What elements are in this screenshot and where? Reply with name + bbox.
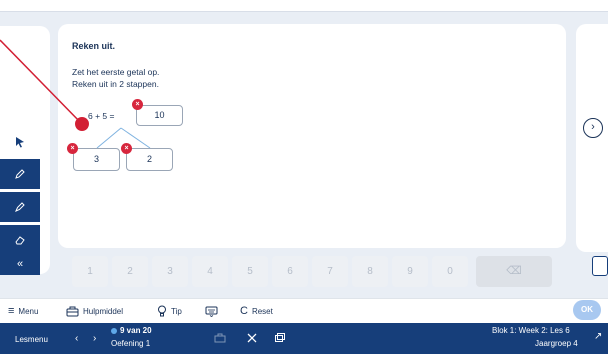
keypad-key-3[interactable]: 3 bbox=[152, 256, 188, 287]
keypad-key-7[interactable]: 7 bbox=[312, 256, 348, 287]
keyboard-button[interactable] bbox=[205, 300, 218, 322]
backspace-icon: ⌫ bbox=[506, 265, 522, 277]
tip-button[interactable]: Tip bbox=[157, 300, 182, 322]
lesmenu-button[interactable]: Lesmenu bbox=[15, 335, 48, 344]
keypad-key-0[interactable]: 0 bbox=[432, 256, 468, 287]
reset-label: Reset bbox=[251, 306, 273, 316]
keypad-key-2[interactable]: 2 bbox=[112, 256, 148, 287]
keypad-delete-button[interactable]: ⌫ bbox=[476, 256, 552, 287]
keypad-key-1[interactable]: 1 bbox=[72, 256, 108, 287]
toolbox-icon bbox=[66, 306, 79, 316]
next-exercise-button[interactable]: › bbox=[583, 118, 603, 138]
calculator-icon[interactable] bbox=[592, 256, 608, 276]
exercise-label: Oefening 1 bbox=[111, 339, 151, 348]
keypad-key-9[interactable]: 9 bbox=[392, 256, 428, 287]
menu-label: Menu bbox=[18, 306, 39, 316]
windows-icon[interactable] bbox=[274, 332, 286, 346]
hulpmiddel-label: Hulpmiddel bbox=[83, 306, 124, 316]
hulpmiddel-button[interactable]: Hulpmiddel bbox=[66, 300, 123, 322]
next-panel bbox=[576, 24, 608, 252]
keypad-key-8[interactable]: 8 bbox=[352, 256, 388, 287]
next-button[interactable]: › bbox=[93, 333, 96, 344]
hamburger-icon: ≡ bbox=[8, 305, 15, 317]
progress-dot bbox=[111, 328, 117, 334]
tip-label: Tip bbox=[171, 306, 182, 316]
expand-icon[interactable]: ↗ bbox=[594, 331, 602, 342]
chevron-left-icon: ‹ bbox=[75, 333, 79, 344]
chevron-right-icon: › bbox=[591, 121, 595, 133]
chevron-right-icon: › bbox=[93, 333, 97, 344]
menu-button[interactable]: ≡ Menu bbox=[8, 300, 38, 322]
briefcase-icon[interactable] bbox=[214, 333, 226, 345]
tools-icon[interactable] bbox=[246, 332, 258, 346]
grade-label: Jaargroep 4 bbox=[535, 339, 578, 348]
keypad-key-6[interactable]: 6 bbox=[272, 256, 308, 287]
reset-button[interactable]: C Reset bbox=[240, 300, 273, 322]
prev-button[interactable]: ‹ bbox=[75, 333, 78, 344]
lightbulb-icon bbox=[158, 305, 166, 317]
keyboard-icon bbox=[205, 306, 218, 317]
reset-icon: C bbox=[240, 305, 248, 317]
keypad-key-5[interactable]: 5 bbox=[232, 256, 268, 287]
ok-button[interactable]: OK bbox=[573, 300, 601, 320]
progress-label: 9 van 20 bbox=[120, 326, 152, 335]
keypad-key-4[interactable]: 4 bbox=[192, 256, 228, 287]
lesson-label: Blok 1: Week 2: Les 6 bbox=[492, 326, 570, 335]
